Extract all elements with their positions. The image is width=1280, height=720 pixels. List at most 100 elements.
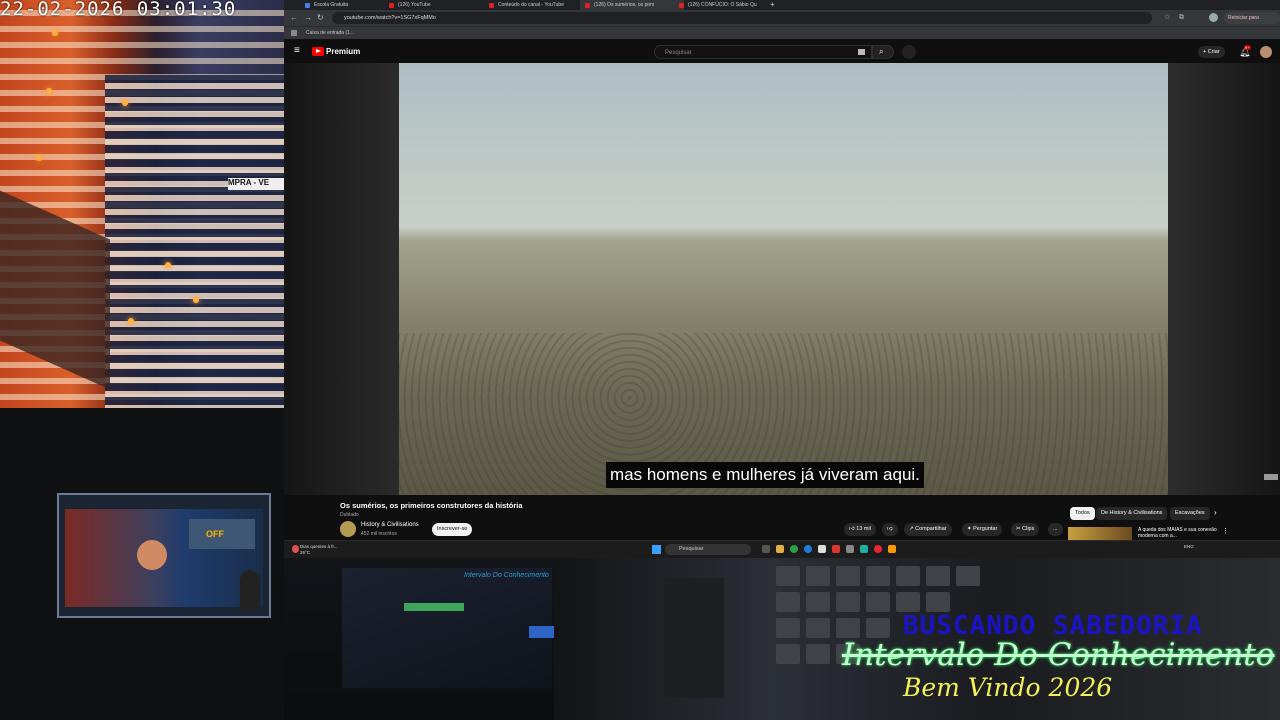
string-light — [193, 297, 199, 303]
recommended-title[interactable]: A queda dos MAIAS e sua conexão moderna … — [1138, 527, 1228, 539]
keyboard-icon[interactable] — [858, 49, 865, 55]
more-actions-button[interactable]: ... — [1048, 523, 1063, 536]
app-icon-rec[interactable] — [874, 545, 882, 553]
pad — [776, 644, 800, 664]
like-button[interactable]: 👍︎ 13 mil — [844, 523, 876, 536]
theater-backdrop-left — [284, 63, 399, 495]
pad — [776, 618, 800, 638]
weather-temp: 26°C — [300, 550, 311, 555]
reload-icon[interactable]: ↻ — [317, 13, 324, 23]
video-title: Os sumérios, os primeiros construtores d… — [340, 501, 523, 510]
share-button[interactable]: ↗ Compartilhar — [904, 523, 952, 536]
chips-next-icon[interactable]: › — [1214, 508, 1217, 517]
search-input[interactable]: Pesquisar — [654, 45, 872, 59]
dislike-icon: 👎︎ — [887, 526, 893, 532]
studio-mixer-area: Intervalo Do Conhecimento — [284, 558, 554, 720]
overlay-title-bemvindo: Bem Vindo 2026 — [903, 673, 1113, 702]
file-explorer-icon[interactable] — [776, 545, 784, 553]
app-icon-gray[interactable] — [846, 545, 854, 553]
rack-unit — [664, 578, 724, 698]
channel-avatar[interactable] — [340, 521, 356, 537]
pad — [836, 592, 860, 612]
tab-youtube[interactable]: (126) YouTube — [384, 0, 490, 10]
profile-avatar[interactable] — [1209, 13, 1218, 22]
apps-icon[interactable] — [291, 30, 297, 36]
tab-conteudo[interactable]: Conteúdo do canal - YouTube — [484, 0, 590, 10]
weather-icon — [292, 545, 299, 553]
url-input[interactable]: youtube.com/watch?v=1SG7xFqMMo — [332, 12, 1152, 24]
video-subtitle: mas homens e mulheres já viveram aqui. — [606, 462, 924, 488]
tab-escola[interactable]: Escola Gratuita — [300, 0, 396, 10]
string-light — [46, 88, 52, 94]
pad — [956, 566, 980, 586]
extensions-icon[interactable]: ⧉ — [1179, 13, 1184, 23]
dubbed-label: Dublado — [340, 512, 359, 518]
store-icon[interactable] — [818, 545, 826, 553]
speaker — [240, 570, 260, 610]
pad — [926, 592, 950, 612]
shop-sign: MPRA - VE — [228, 178, 284, 190]
channel-subscribers: 452 mil inscritos — [361, 531, 397, 537]
chip-channel[interactable]: De History & Civilisations — [1096, 507, 1168, 520]
video-player[interactable]: mas homens e mulheres já viveram aqui. — [399, 63, 1168, 495]
pad — [776, 592, 800, 612]
channel-name[interactable]: History & Civilisations — [361, 522, 419, 528]
bookmarks-bar: Caixa de entrada (1... — [284, 26, 1280, 39]
windows-start-icon[interactable] — [652, 545, 661, 554]
cam-timestamp: 22-02-2026 03:01:30 — [0, 0, 237, 20]
search-button[interactable]: ⌕ — [872, 45, 894, 59]
menu-icon[interactable]: ≡ — [294, 45, 300, 56]
share-label: Compartilhar — [915, 526, 947, 532]
pad — [806, 618, 830, 638]
string-light — [52, 30, 58, 36]
tab-label: (126) CONFÚCIO: O Sábio Qu — [688, 2, 757, 8]
audio-waveform — [404, 603, 464, 611]
account-avatar[interactable] — [1260, 46, 1272, 58]
chrome-icon[interactable] — [790, 545, 798, 553]
create-button[interactable]: + Criar — [1198, 46, 1225, 58]
tab-sumerios-active[interactable]: (126) Os sumérios, os prim — [580, 0, 684, 10]
app-icon-red[interactable] — [832, 545, 840, 553]
search-icon: ⌕ — [879, 47, 884, 56]
pad — [836, 618, 860, 638]
tab-label: Conteúdo do canal - YouTube — [498, 2, 564, 8]
dislike-button[interactable]: 👎︎ — [882, 523, 898, 536]
mic-icon[interactable] — [902, 45, 916, 59]
tab-label: Escola Gratuita — [314, 2, 349, 8]
address-bar-row: ← → ↻ youtube.com/watch?v=1SG7xFqMMo ☆ ⧉… — [284, 10, 1280, 33]
recommended-thumbnail[interactable] — [1068, 527, 1132, 540]
back-icon[interactable]: ← — [290, 13, 298, 23]
tab-strip: Escola Gratuita (126) YouTube Conteúdo d… — [284, 0, 1280, 10]
system-tray[interactable]: ENG — [1184, 544, 1194, 549]
captions-icon[interactable] — [1264, 474, 1278, 480]
clip-button[interactable]: ✂ Clips — [1011, 523, 1040, 536]
subscribe-button[interactable]: Inscrever-se — [432, 523, 473, 536]
youtube-premium-label[interactable]: Premium — [326, 46, 360, 58]
app-icon-teal[interactable] — [860, 545, 868, 553]
taskview-icon[interactable] — [762, 545, 770, 553]
youtube-logo-icon[interactable] — [312, 47, 324, 56]
chip-escavacoes[interactable]: Escavações — [1170, 507, 1210, 520]
ask-button[interactable]: ✦ Perguntar — [962, 523, 1003, 536]
star-icon[interactable]: ☆ — [1164, 13, 1170, 23]
bookmark-inbox[interactable]: Caixa de entrada (1... — [306, 27, 354, 39]
second-monitor: OFF — [57, 493, 271, 618]
chip-todos[interactable]: Todos — [1070, 507, 1095, 520]
pad — [806, 566, 830, 586]
restart-update-button[interactable]: Reiniciar para atualizar — [1224, 12, 1280, 33]
forward-icon[interactable]: → — [304, 13, 312, 23]
string-light — [122, 100, 128, 106]
recommended-menu-icon[interactable]: ⋮ — [1222, 527, 1229, 535]
edge-icon[interactable] — [804, 545, 812, 553]
pad — [896, 592, 920, 612]
pad — [866, 592, 890, 612]
audio-clip — [529, 626, 554, 638]
vlc-icon[interactable] — [888, 545, 896, 553]
weather-widget[interactable]: Dias quentes à fr... 26°C — [300, 544, 338, 556]
taskbar-search[interactable]: Pesquisar — [665, 544, 751, 555]
ask-label: Perguntar — [973, 526, 998, 532]
tab-label: (126) Os sumérios, os prim — [594, 2, 655, 8]
new-tab-button[interactable]: + — [770, 0, 775, 10]
pad — [806, 592, 830, 612]
tab-confucio[interactable]: (126) CONFÚCIO: O Sábio Qu — [674, 0, 780, 10]
